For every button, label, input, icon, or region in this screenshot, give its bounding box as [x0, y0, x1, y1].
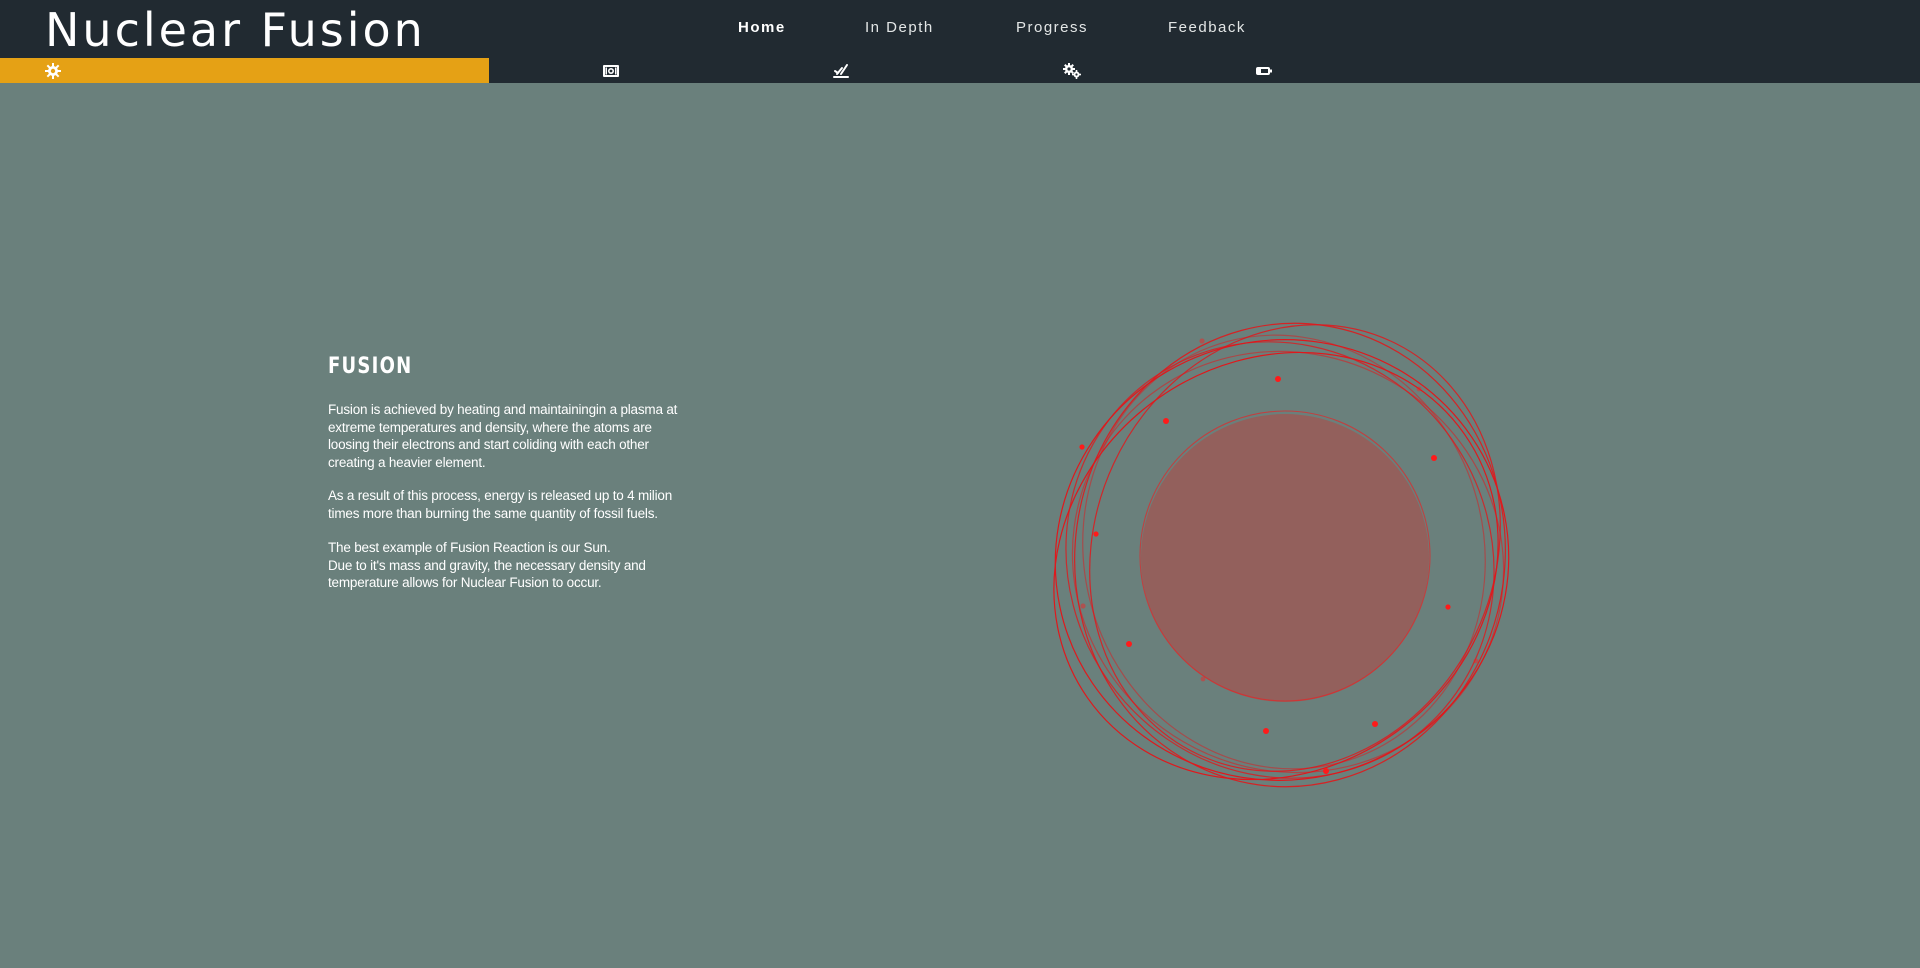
- gears-icon[interactable]: [1062, 62, 1081, 80]
- intro-paragraph: Fusion is achieved by heating and mainta…: [328, 401, 700, 471]
- reactor-icon[interactable]: [602, 62, 620, 80]
- nav-home[interactable]: Home: [738, 18, 786, 38]
- text-line: loosing their electrons and start colidi…: [328, 437, 649, 452]
- section-heading: FUSION: [328, 354, 413, 379]
- sun-gear-icon[interactable]: [44, 62, 62, 80]
- plasma-core: [1139, 410, 1431, 702]
- text-line: The best example of Fusion Reaction is o…: [328, 540, 611, 555]
- section-icon-bar: [0, 58, 1920, 83]
- battery-icon[interactable]: [1255, 62, 1273, 80]
- text-line: creating a heavier element.: [328, 454, 486, 470]
- text-line: times more than burning the same quantit…: [328, 505, 658, 521]
- top-header: Nuclear Fusion Home In Depth Progress Fe…: [0, 0, 1920, 83]
- text-line: extreme temperatures and density, where …: [328, 419, 652, 435]
- energy-paragraph: As a result of this process, energy is r…: [328, 487, 700, 522]
- nav-progress[interactable]: Progress: [1016, 18, 1088, 38]
- main-nav: Home In Depth Progress Feedback: [0, 18, 1920, 38]
- text-line: Fusion is achieved by heating and mainta…: [328, 402, 678, 417]
- text-line: As a result of this process, energy is r…: [328, 488, 673, 503]
- fusion-spark-icon[interactable]: [832, 62, 850, 80]
- fusion-animation-graphic: [1053, 322, 1510, 788]
- nav-in-depth[interactable]: In Depth: [865, 18, 934, 38]
- active-section-highlight: [0, 58, 489, 83]
- nav-feedback[interactable]: Feedback: [1168, 18, 1246, 38]
- text-line: temperature allows for Nuclear Fusion to…: [328, 575, 602, 590]
- text-line: Due to it's mass and gravity, the necess…: [328, 557, 646, 573]
- sun-paragraph: The best example of Fusion Reaction is o…: [328, 539, 700, 592]
